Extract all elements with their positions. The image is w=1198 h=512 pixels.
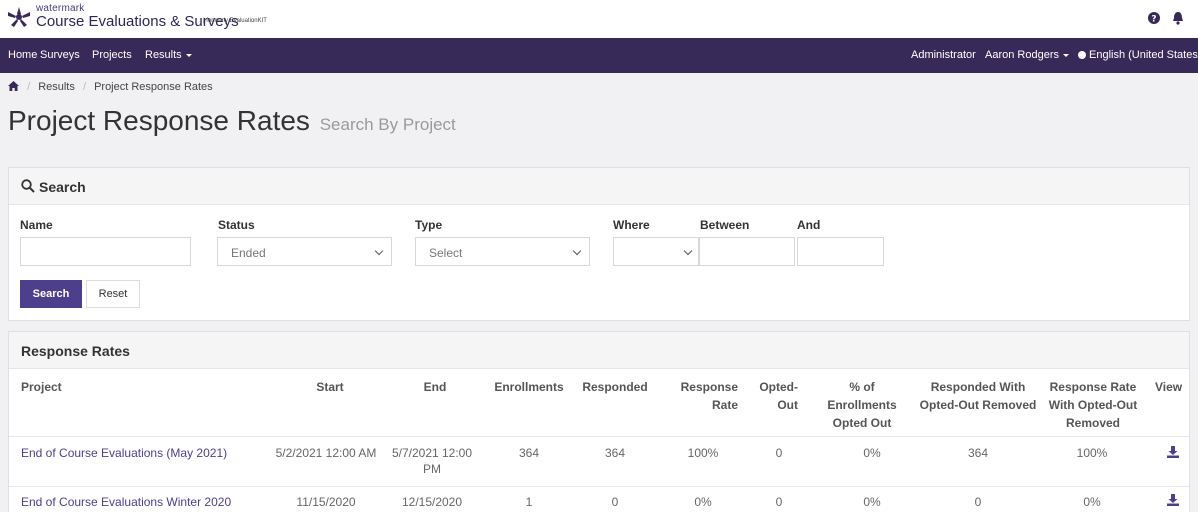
- between-label: Between: [700, 218, 750, 232]
- cell-response-rate: 100%: [687, 446, 719, 460]
- col-header-pct-opted-out[interactable]: % of Enrollments Opted Out: [818, 378, 906, 432]
- nav-language-label: English (United States): [1089, 49, 1198, 61]
- search-panel-header: Search: [9, 168, 1189, 205]
- search-button[interactable]: Search: [20, 280, 82, 308]
- col-header-response-rate[interactable]: Response Rate: [666, 378, 738, 414]
- cell-rate-wo: 100%: [1076, 446, 1108, 460]
- nav-projects[interactable]: Projects: [92, 49, 132, 61]
- globe-icon: [1078, 51, 1086, 59]
- page-title-text: Project Response Rates: [8, 105, 310, 136]
- nav-surveys[interactable]: Surveys: [40, 49, 80, 61]
- name-input[interactable]: [20, 237, 191, 266]
- col-header-view: View: [1155, 380, 1183, 394]
- search-panel-title: Search: [39, 179, 86, 195]
- status-select[interactable]: Ended: [217, 237, 392, 266]
- col-header-end[interactable]: End: [400, 378, 470, 396]
- home-icon[interactable]: [8, 81, 19, 91]
- breadcrumb-current: Project Response Rates: [94, 81, 213, 93]
- bell-icon[interactable]: [1172, 11, 1184, 25]
- name-label: Name: [20, 218, 53, 232]
- brand-formerly-label: | formerly EvaluationKIT: [203, 18, 267, 24]
- cell-end: 5/7/2021 12:00 PM: [391, 446, 473, 476]
- chevron-down-icon: [185, 53, 192, 57]
- cell-responded: 0: [611, 495, 619, 509]
- cell-response-rate: 0%: [694, 495, 712, 509]
- page-title: Project Response Rates Search By Project: [8, 105, 456, 137]
- col-header-responded[interactable]: Responded: [578, 378, 652, 396]
- cell-pct-opted-out: 0%: [863, 446, 881, 460]
- type-label: Type: [415, 218, 443, 232]
- cell-pct-opted-out: 0%: [863, 495, 881, 509]
- project-link[interactable]: End of Course Evaluations Winter 2020: [21, 494, 231, 510]
- help-icon[interactable]: ?: [1148, 12, 1160, 24]
- cell-enrollments: 364: [518, 446, 540, 460]
- chevron-down-icon: [572, 246, 582, 256]
- download-icon[interactable]: [1167, 446, 1179, 458]
- watermark-logo-icon[interactable]: [6, 6, 32, 28]
- table-header-divider: [9, 436, 1189, 437]
- between-date-input[interactable]: [699, 237, 795, 266]
- nav-user-menu[interactable]: Aaron Rodgers: [985, 49, 1069, 61]
- cell-end: 12/15/2020: [401, 495, 463, 509]
- type-select-value: Select: [429, 246, 463, 260]
- nav-results[interactable]: Results: [145, 49, 192, 61]
- response-rates-header: Response Rates: [9, 332, 1189, 369]
- where-select[interactable]: [613, 237, 699, 266]
- col-header-project[interactable]: Project: [21, 378, 62, 396]
- reset-button[interactable]: Reset: [86, 280, 140, 308]
- page-subtitle: Search By Project: [319, 115, 456, 134]
- and-label: And: [797, 218, 821, 232]
- col-header-start[interactable]: Start: [294, 378, 366, 396]
- cell-responded-wo: 364: [967, 446, 989, 460]
- chevron-down-icon: [1063, 53, 1069, 57]
- nav-results-label: Results: [145, 49, 182, 61]
- download-icon[interactable]: [1167, 494, 1179, 506]
- cell-start: 11/15/2020: [296, 495, 356, 509]
- status-label: Status: [218, 218, 255, 232]
- nav-home[interactable]: Home: [8, 49, 37, 61]
- nav-administrator[interactable]: Administrator: [911, 49, 976, 61]
- col-header-rate-wo[interactable]: Response Rate With Opted-Out Removed: [1043, 378, 1143, 432]
- col-header-responded-wo[interactable]: Responded With Opted-Out Removed: [918, 378, 1038, 414]
- brand-bar: watermark Course Evaluations & Surveys |…: [0, 0, 1198, 38]
- nav-language-menu[interactable]: English (United States): [1078, 49, 1198, 61]
- svg-text:?: ?: [1151, 15, 1156, 25]
- table-row-divider: [9, 486, 1189, 487]
- cell-enrollments: 1: [525, 495, 533, 509]
- breadcrumb-results[interactable]: Results: [38, 81, 75, 93]
- cell-responded-wo: 0: [974, 495, 982, 509]
- response-rates-panel: Response Rates: [8, 331, 1190, 512]
- nav-user-name: Aaron Rodgers: [985, 49, 1059, 61]
- status-select-value: Ended: [231, 246, 266, 260]
- where-label: Where: [613, 218, 650, 232]
- cell-responded: 364: [604, 446, 626, 460]
- chevron-down-icon: [683, 246, 693, 256]
- cell-start: 5/2/2021 12:00 AM: [275, 446, 377, 460]
- cell-opted-out: 0: [775, 495, 783, 509]
- cell-rate-wo: 0%: [1083, 495, 1101, 509]
- col-header-opted-out[interactable]: Opted-Out: [750, 378, 798, 414]
- type-select[interactable]: Select: [415, 237, 590, 266]
- chevron-down-icon: [374, 246, 384, 256]
- cell-opted-out: 0: [775, 446, 783, 460]
- and-date-input[interactable]: [797, 237, 884, 266]
- breadcrumb: / Results / Project Response Rates: [8, 81, 213, 93]
- project-link[interactable]: End of Course Evaluations (May 2021): [21, 445, 227, 461]
- main-navbar: Home Surveys Projects Results Administra…: [0, 38, 1198, 73]
- response-rates-title: Response Rates: [21, 343, 130, 359]
- search-icon: [21, 179, 35, 193]
- col-header-enrollments[interactable]: Enrollments: [489, 378, 569, 396]
